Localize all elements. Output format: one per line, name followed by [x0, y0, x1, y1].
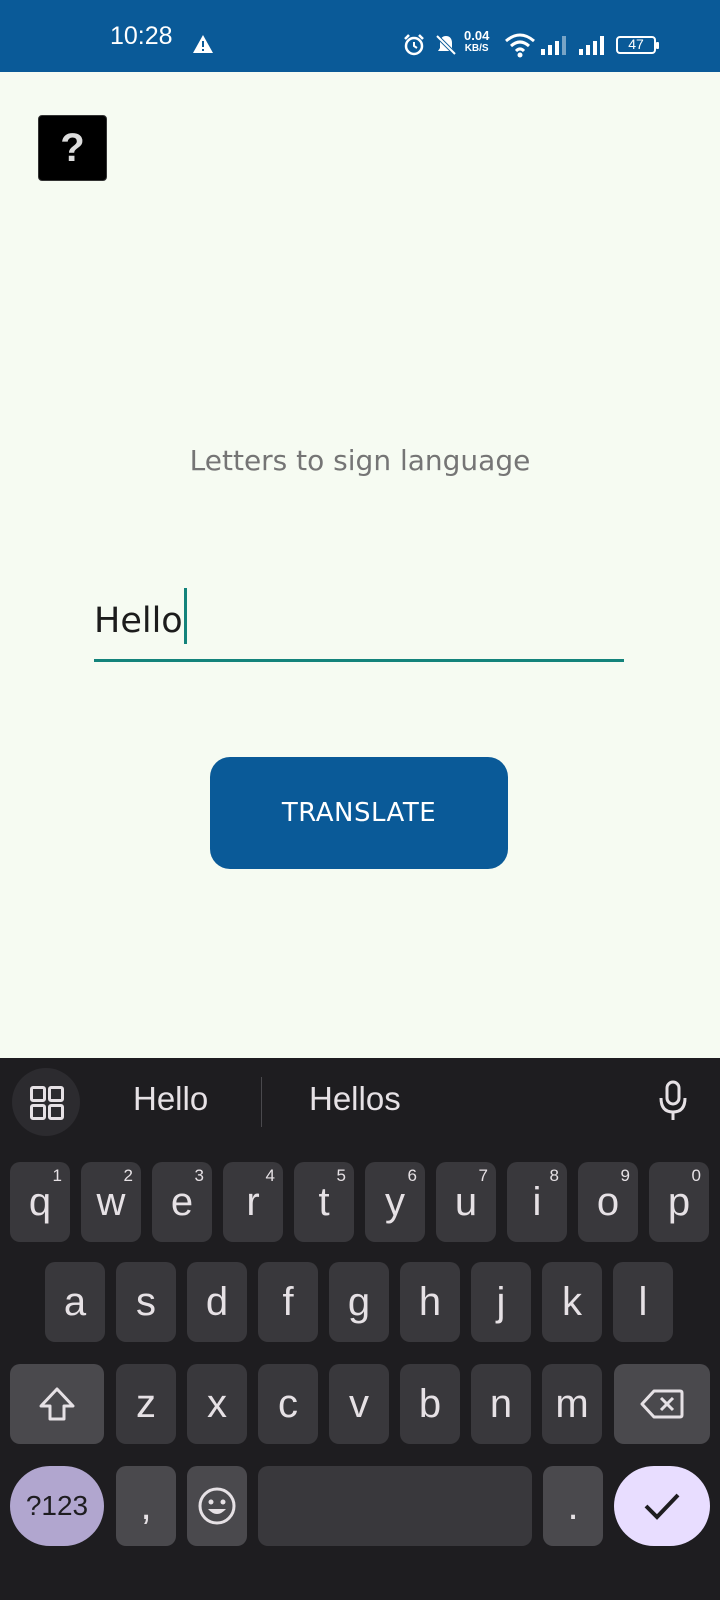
key-j[interactable]: j	[471, 1262, 531, 1342]
key-p[interactable]: p0	[649, 1162, 709, 1242]
key-l[interactable]: l	[613, 1262, 673, 1342]
alarm-icon	[404, 34, 424, 56]
status-icons: 0.04 KB/S 47	[380, 0, 720, 72]
status-time: 10:28	[110, 22, 173, 50]
key-u[interactable]: u7	[436, 1162, 496, 1242]
key-m[interactable]: m	[542, 1364, 602, 1444]
warning-icon	[193, 35, 213, 53]
mute-icon	[435, 34, 457, 56]
text-cursor	[183, 588, 187, 644]
text-input-field[interactable]: Hello	[94, 586, 624, 662]
comma-key[interactable]: ,	[116, 1466, 176, 1546]
key-k[interactable]: k	[542, 1262, 602, 1342]
key-t[interactable]: t5	[294, 1162, 354, 1242]
key-o[interactable]: o9	[578, 1162, 638, 1242]
network-speed: 0.04 KB/S	[464, 28, 490, 54]
emoji-key[interactable]	[187, 1466, 247, 1546]
key-c[interactable]: c	[258, 1364, 318, 1444]
microphone-icon[interactable]	[658, 1080, 688, 1122]
keyboard-menu-button[interactable]	[12, 1068, 80, 1136]
key-r[interactable]: r4	[223, 1162, 283, 1242]
suggestion-bar: Hello Hellos	[0, 1058, 720, 1146]
key-e[interactable]: e3	[152, 1162, 212, 1242]
space-key[interactable]	[258, 1466, 532, 1546]
key-d[interactable]: d	[187, 1262, 247, 1342]
key-z[interactable]: z	[116, 1364, 176, 1444]
key-v[interactable]: v	[329, 1364, 389, 1444]
signal-icon	[579, 36, 604, 55]
period-key[interactable]: .	[543, 1466, 603, 1546]
translate-button[interactable]: TRANSLATE	[210, 757, 508, 869]
key-n[interactable]: n	[471, 1364, 531, 1444]
signal-icon	[541, 36, 566, 55]
key-s[interactable]: s	[116, 1262, 176, 1342]
wifi-icon	[505, 33, 535, 58]
grid-icon	[30, 1086, 46, 1102]
help-button[interactable]: ?	[38, 115, 107, 181]
key-q[interactable]: q1	[10, 1162, 70, 1242]
key-a[interactable]: a	[45, 1262, 105, 1342]
key-g[interactable]: g	[329, 1262, 389, 1342]
backspace-icon	[640, 1389, 684, 1419]
key-y[interactable]: y6	[365, 1162, 425, 1242]
soft-keyboard: Hello Hellos q1 w2 e3 r4 t5 y6 u7 i8 o9 …	[0, 1058, 720, 1600]
key-f[interactable]: f	[258, 1262, 318, 1342]
key-h[interactable]: h	[400, 1262, 460, 1342]
key-w[interactable]: w2	[81, 1162, 141, 1242]
suggestion-divider	[261, 1077, 262, 1127]
key-i[interactable]: i8	[507, 1162, 567, 1242]
backspace-key[interactable]	[614, 1364, 710, 1444]
page-subtitle: Letters to sign language	[189, 444, 531, 477]
emoji-icon	[198, 1487, 236, 1525]
text-input-value[interactable]: Hello	[94, 588, 187, 650]
enter-key[interactable]	[614, 1466, 710, 1546]
key-b[interactable]: b	[400, 1364, 460, 1444]
symbols-key[interactable]: ?123	[10, 1466, 104, 1546]
suggestion-2[interactable]: Hellos	[309, 1080, 401, 1118]
shift-icon	[39, 1387, 75, 1421]
checkmark-icon	[644, 1493, 680, 1520]
battery-level: 47	[628, 36, 644, 52]
shift-key[interactable]	[10, 1364, 104, 1444]
battery-icon: 47	[616, 36, 659, 54]
suggestion-1[interactable]: Hello	[133, 1080, 208, 1118]
status-bar: 10:28 0.04 KB/S 47	[0, 0, 720, 72]
key-x[interactable]: x	[187, 1364, 247, 1444]
